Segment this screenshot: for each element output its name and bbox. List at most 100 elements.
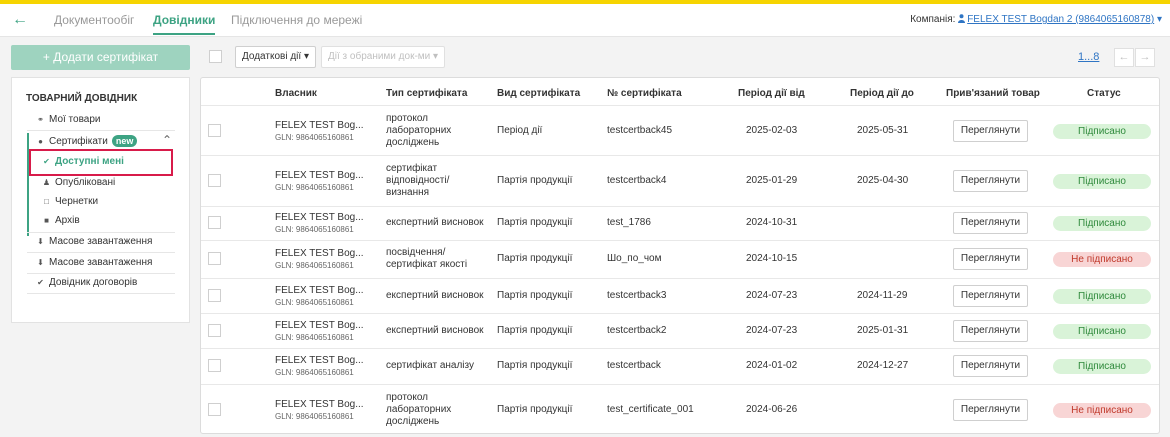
sidebar-item-published[interactable]: ♟ Опубліковані	[42, 177, 115, 188]
sidebar-divider	[27, 232, 175, 233]
cert-type-cell: протокол лабораторних досліджень	[386, 392, 451, 428]
row-checkbox[interactable]	[208, 359, 221, 372]
status-badge: Підписано	[1053, 359, 1151, 374]
view-button[interactable]: Переглянути	[953, 319, 1028, 342]
file-icon: □	[44, 197, 49, 206]
column-header-linked-goods: Прив'язаний товар	[946, 88, 1040, 99]
tab-network-connection[interactable]: Підключення до мережі	[231, 13, 362, 27]
sidebar: ТОВАРНИЙ ДОВІДНИК ⚭ Мої товари ● Сертифіка…	[11, 77, 190, 323]
certificates-table: Власник Тип сертифіката Вид сертифіката …	[200, 77, 1160, 434]
tag-icon: ⚭	[37, 115, 44, 124]
row-checkbox[interactable]	[208, 402, 221, 416]
row-divider	[201, 155, 1159, 156]
column-header-cert-kind: Вид сертифіката	[497, 88, 581, 99]
owner-name: FELEX TEST Bog...	[275, 355, 364, 366]
column-header-owner: Власник	[275, 88, 317, 99]
cert-number-cell: testcertback4	[607, 174, 667, 186]
row-divider	[201, 206, 1159, 207]
cert-type-line: визнання	[386, 186, 430, 198]
cert-number-cell: testcertback	[607, 360, 661, 371]
back-arrow-icon[interactable]: ←	[12, 11, 28, 29]
cert-number-cell: test_certificate_001	[607, 403, 694, 415]
view-button[interactable]: Переглянути	[953, 355, 1028, 377]
add-certificate-button[interactable]: + Додати сертифікат	[11, 45, 190, 70]
archive-icon: ■	[44, 216, 49, 225]
owner-gln: GLN: 9864065160861	[275, 368, 354, 377]
row-checkbox[interactable]	[208, 323, 221, 337]
row-divider	[201, 278, 1159, 279]
company-chevron-down-icon[interactable]: ▾	[1157, 14, 1162, 25]
user-icon	[958, 14, 966, 23]
cert-type-cell: експертний висновок	[386, 217, 484, 229]
sidebar-item-bulk-upload[interactable]: ⬇ Масове завантаження	[36, 236, 152, 247]
view-button[interactable]: Переглянути	[953, 212, 1028, 234]
select-all-checkbox[interactable]	[209, 50, 222, 63]
owner-cell: FELEX TEST Bog... GLN: 9864065160861	[275, 170, 364, 194]
cert-type-line: досліджень	[386, 136, 440, 148]
owner-cell: FELEX TEST Bog... GLN: 9864065160861	[275, 320, 364, 344]
row-checkbox[interactable]	[208, 216, 221, 229]
cert-type-line: посвідчення/	[386, 247, 446, 258]
valid-from-cell: 2024-07-23	[746, 324, 798, 336]
table-divider	[201, 105, 1159, 106]
sidebar-title: ТОВАРНИЙ ДОВІДНИК	[26, 93, 138, 104]
cert-kind-cell: Партія продукції	[497, 403, 573, 415]
cert-number-cell: test_1786	[607, 217, 651, 228]
sidebar-item-label: Опубліковані	[55, 177, 116, 188]
cert-kind-cell: Партія продукції	[497, 360, 573, 371]
owner-name: FELEX TEST Bog...	[275, 284, 364, 296]
row-checkbox[interactable]	[208, 288, 221, 302]
valid-from-cell: 2024-07-23	[746, 289, 798, 301]
company-link[interactable]: FELEX TEST Bogdan 2 (9864065160878)	[967, 14, 1154, 25]
owner-cell: FELEX TEST Bog... GLN: 9864065160861	[275, 355, 364, 379]
sidebar-item-bulk-upload-2[interactable]: ⬇ Масове завантаження	[36, 257, 152, 268]
owner-gln: GLN: 9864065160861	[275, 261, 354, 270]
column-header-valid-from: Період дії від	[738, 88, 805, 99]
sidebar-item-drafts[interactable]: □ Чернетки	[42, 196, 98, 207]
view-button[interactable]: Переглянути	[953, 248, 1028, 270]
sidebar-item-contracts[interactable]: ✔ Довідник договорів	[36, 277, 137, 288]
additional-actions-dropdown[interactable]: Додаткові дії ▾	[235, 46, 316, 68]
cert-type-cell: експертний висновок	[386, 290, 484, 302]
sidebar-divider	[27, 130, 175, 131]
owner-gln: GLN: 9864065160861	[275, 225, 354, 234]
owner-gln: GLN: 9864065160861	[275, 182, 354, 192]
sidebar-item-my-goods[interactable]: ⚭ Мої товари	[36, 114, 100, 125]
valid-from-cell: 2025-02-03	[746, 124, 798, 136]
sidebar-item-label: Сертифікати	[49, 136, 108, 147]
cert-type-line: експертний висновок	[386, 217, 484, 228]
row-divider	[201, 384, 1159, 385]
owner-cell: FELEX TEST Bog... GLN: 9864065160861	[275, 248, 364, 272]
cert-kind-cell: Період дії	[497, 124, 543, 136]
tab-document-flow[interactable]: Документообіг	[54, 13, 134, 27]
row-checkbox[interactable]	[208, 252, 221, 265]
view-button[interactable]: Переглянути	[953, 119, 1028, 142]
company-label: Компанія:	[910, 14, 956, 25]
next-page-icon[interactable]: →	[1135, 48, 1155, 67]
cert-type-line: лабораторних	[386, 403, 452, 415]
sidebar-item-certificates[interactable]: ● Сертифікати new	[36, 135, 138, 147]
row-checkbox[interactable]	[208, 173, 221, 187]
view-button[interactable]: Переглянути	[953, 398, 1028, 421]
view-button[interactable]: Переглянути	[953, 284, 1028, 307]
sidebar-item-archive[interactable]: ■ Архів	[42, 215, 80, 226]
valid-to-cell: 2025-01-31	[857, 324, 909, 336]
chevron-up-icon[interactable]: ⌃	[162, 133, 172, 147]
cert-kind-cell: Партія продукції	[497, 217, 573, 228]
prev-page-icon[interactable]: ←	[1114, 48, 1134, 67]
cert-type-line: протокол	[386, 391, 429, 403]
tab-directories[interactable]: Довідники	[153, 13, 216, 35]
status-badge: Підписано	[1053, 288, 1151, 304]
view-button[interactable]: Переглянути	[953, 169, 1028, 192]
column-header-cert-type: Тип сертифіката	[386, 88, 468, 99]
sidebar-item-label: Масове завантаження	[49, 236, 153, 247]
cert-number-cell: testcertback3	[607, 289, 667, 301]
row-checkbox[interactable]	[208, 123, 221, 137]
selected-actions-dropdown[interactable]: Дії з обраними док-ми ▾	[321, 46, 446, 68]
cert-type-line: сертифікат аналізу	[386, 360, 474, 371]
valid-to-cell: 2025-05-31	[857, 124, 909, 136]
page-numbers[interactable]: 1...8	[1078, 51, 1099, 63]
row-divider	[201, 313, 1159, 314]
owner-name: FELEX TEST Bog...	[275, 212, 364, 223]
cert-type-line: відповідності/	[386, 174, 450, 186]
